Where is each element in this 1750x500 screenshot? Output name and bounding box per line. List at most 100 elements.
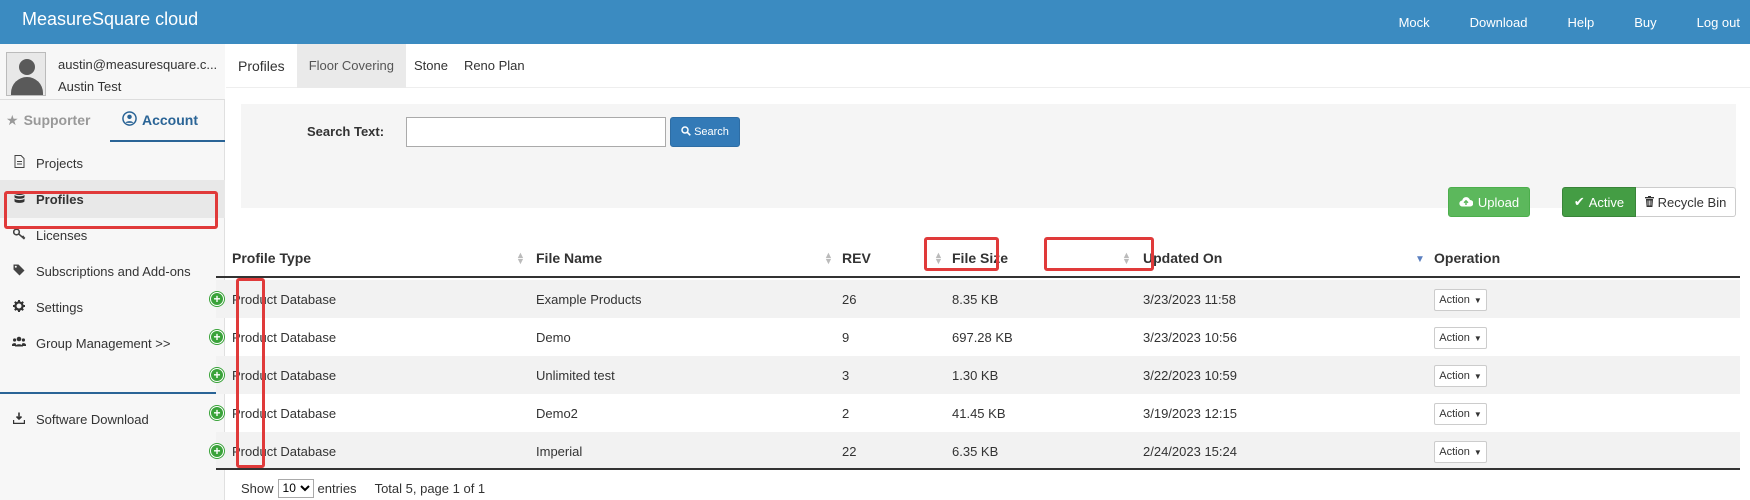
action-dropdown[interactable]: Action ▼ — [1434, 365, 1487, 387]
trash-icon — [1644, 195, 1654, 210]
upload-button-label: Upload — [1477, 194, 1520, 210]
tab-supporter-label: Supporter — [23, 112, 91, 128]
cell-rev: 9 — [842, 329, 850, 345]
expand-icon[interactable]: + — [210, 444, 224, 458]
top-bar: MeasureSquare cloud Mock Download Help B… — [0, 0, 1750, 44]
table-row: + Product Database Example Products 26 8… — [210, 280, 1740, 318]
tab-supporter[interactable]: ★ Supporter — [6, 100, 90, 140]
cell-file-name: Demo2 — [536, 405, 578, 421]
download-icon — [12, 412, 26, 427]
action-dropdown[interactable]: Action ▼ — [1434, 289, 1487, 311]
recycle-bin-button[interactable]: Recycle Bin — [1636, 187, 1736, 217]
tab-stone[interactable]: Stone — [406, 44, 456, 88]
cell-file-size: 1.30 KB — [952, 367, 999, 383]
pagination-summary: Total 5, page 1 of 1 — [374, 480, 486, 496]
caret-down-icon: ▼ — [1473, 333, 1482, 343]
action-dropdown[interactable]: Action ▼ — [1434, 327, 1487, 349]
top-nav: Mock Download Help Buy Log out — [1359, 0, 1740, 44]
sidebar-item-label: Software Download — [36, 411, 149, 427]
cell-profile-type: Product Database — [232, 405, 337, 421]
gear-icon — [12, 299, 26, 315]
cell-file-name: Unlimited test — [536, 367, 615, 383]
cell-file-name: Demo — [536, 329, 571, 345]
cell-profile-type: Product Database — [232, 291, 337, 307]
sort-icon[interactable]: ▲ ▼ — [824, 251, 833, 266]
nav-download[interactable]: Download — [1470, 15, 1528, 30]
expand-icon[interactable]: + — [210, 406, 224, 420]
user-box: austin@measuresquare.c... Austin Test — [0, 44, 225, 100]
tab-floor-covering[interactable]: Floor Covering — [296, 43, 406, 88]
sort-icon[interactable]: ▲ ▼ — [1122, 251, 1131, 266]
active-button-label: Active — [1588, 194, 1625, 210]
key-icon — [12, 227, 26, 243]
tab-account[interactable]: Account — [110, 100, 225, 142]
expand-icon[interactable]: + — [210, 368, 224, 382]
nav-buy[interactable]: Buy — [1634, 15, 1656, 30]
tags-icon — [12, 264, 26, 279]
sort-icon[interactable]: ▲ ▼ — [516, 251, 525, 266]
table-row: + Product Database Imperial 22 6.35 KB 2… — [210, 432, 1740, 470]
column-rev[interactable]: REV — [842, 238, 871, 278]
page-size-select[interactable]: 10 — [277, 478, 314, 498]
sidebar-item-projects[interactable]: Projects — [0, 144, 225, 182]
active-button[interactable]: ✔ Active — [1562, 187, 1636, 217]
recycle-bin-label: Recycle Bin — [1657, 194, 1727, 210]
column-file-name[interactable]: File Name — [536, 238, 602, 278]
tab-profiles[interactable]: Profiles — [226, 44, 297, 88]
column-header-label: File Name — [536, 250, 603, 266]
sidebar-item-label: Group Management >> — [36, 335, 171, 351]
cell-profile-type: Product Database — [232, 329, 337, 345]
action-label: Action — [1439, 408, 1470, 420]
sidebar-item-label: Settings — [36, 299, 83, 315]
upload-button[interactable]: Upload — [1448, 187, 1530, 217]
search-label: Search Text: — [307, 124, 385, 139]
cell-rev: 3 — [842, 367, 850, 383]
table-footer: Show 10 entries Total 5, page 1 of 1 — [241, 478, 485, 498]
cloud-upload-icon — [1459, 195, 1474, 210]
caret-down-icon: ▼ — [1473, 447, 1482, 457]
column-header-label: Profile Type — [232, 250, 312, 266]
sidebar-item-settings[interactable]: Settings — [0, 288, 225, 326]
check-icon: ✔ — [1573, 194, 1585, 209]
tab-reno-plan[interactable]: Reno Plan — [456, 44, 533, 88]
nav-logout[interactable]: Log out — [1697, 15, 1740, 30]
sidebar-item-label: Subscriptions and Add-ons — [36, 263, 191, 279]
cell-updated-on: 3/23/2023 10:56 — [1143, 329, 1237, 345]
nav-mock[interactable]: Mock — [1399, 15, 1430, 30]
sidebar-item-group-management[interactable]: Group Management >> — [0, 324, 225, 362]
caret-down-icon: ▼ — [1473, 295, 1482, 305]
user-circle-icon — [122, 111, 137, 129]
sort-icon[interactable]: ▲ ▼ — [934, 251, 943, 266]
entries-label: entries — [317, 480, 357, 496]
column-header-label: Updated On — [1143, 250, 1223, 266]
sidebar-item-label: Profiles — [36, 191, 84, 207]
table-row: + Product Database Unlimited test 3 1.30… — [210, 356, 1740, 394]
caret-down-icon: ▼ — [1473, 371, 1482, 381]
sort-desc-icon[interactable]: ▼ — [1415, 254, 1425, 265]
cell-updated-on: 2/24/2023 15:24 — [1143, 443, 1237, 459]
nav-help[interactable]: Help — [1567, 15, 1594, 30]
cell-profile-type: Product Database — [232, 443, 337, 459]
column-header-label: Operation — [1434, 250, 1501, 266]
action-dropdown[interactable]: Action ▼ — [1434, 403, 1487, 425]
table-row: + Product Database Demo 9 697.28 KB 3/23… — [210, 318, 1740, 356]
sidebar-item-licenses[interactable]: Licenses — [0, 216, 225, 254]
brand-logo[interactable]: MeasureSquare cloud — [22, 9, 198, 30]
search-input[interactable] — [406, 117, 666, 147]
expand-icon[interactable]: + — [210, 292, 224, 306]
column-file-size[interactable]: File Size — [952, 238, 1008, 278]
column-header-label: File Size — [952, 250, 1009, 266]
column-profile-type[interactable]: Profile Type — [232, 238, 311, 278]
column-updated-on[interactable]: Updated On — [1143, 238, 1222, 278]
expand-icon[interactable]: + — [210, 330, 224, 344]
action-dropdown[interactable]: Action ▼ — [1434, 441, 1487, 463]
cell-updated-on: 3/19/2023 12:15 — [1143, 405, 1237, 421]
cell-rev: 2 — [842, 405, 850, 421]
sidebar-item-subscriptions[interactable]: Subscriptions and Add-ons — [0, 252, 225, 290]
search-button[interactable]: Search — [670, 117, 740, 147]
cell-file-size: 41.45 KB — [952, 405, 1006, 421]
cell-updated-on: 3/23/2023 11:58 — [1143, 291, 1237, 307]
sidebar-item-software-download[interactable]: Software Download — [0, 400, 225, 438]
sidebar-item-profiles[interactable]: Profiles — [0, 180, 225, 218]
action-label: Action — [1439, 446, 1470, 458]
